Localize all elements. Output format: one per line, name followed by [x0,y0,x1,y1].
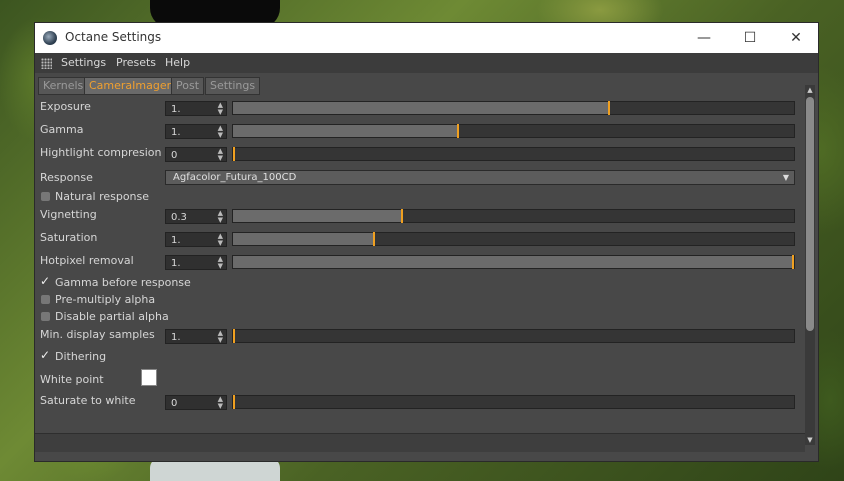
saturation-slider[interactable] [232,232,795,246]
gamma-slider[interactable] [232,124,795,138]
scroll-up-icon[interactable]: ▲ [805,85,815,95]
spinner-arrows-icon[interactable]: ▲ ▼ [218,396,223,410]
menu-help[interactable]: Help [165,56,190,69]
spinner-arrows-icon[interactable]: ▲ ▼ [218,125,223,139]
saturate-to-white-input[interactable]: 0 ▲ ▼ [165,395,227,410]
spinner-arrows-icon[interactable]: ▲ ▼ [218,210,223,224]
octane-settings-window: Octane Settings — ☐ ✕ Settings Presets H… [35,23,818,461]
slider-handle[interactable] [401,209,403,223]
min-display-samples-slider[interactable] [232,329,795,343]
title-bar[interactable]: Octane Settings — ☐ ✕ [35,23,818,53]
slider-handle[interactable] [608,101,610,115]
checkbox-box[interactable] [40,348,50,362]
scroll-down-icon[interactable]: ▼ [805,435,815,445]
checkbox-box[interactable] [41,295,50,304]
spinner-arrows-icon[interactable]: ▲ ▼ [218,256,223,270]
spinner-arrows-icon[interactable]: ▲ ▼ [218,330,223,344]
dithering-checkbox[interactable]: Dithering [40,348,106,363]
hotpixel-removal-label: Hotpixel removal [40,254,134,267]
checkbox-box[interactable] [41,312,50,321]
close-button[interactable]: ✕ [773,23,819,53]
exposure-label: Exposure [40,100,91,113]
slider-handle[interactable] [233,395,235,409]
gamma-label: Gamma [40,123,84,136]
white-point-label: White point [40,373,104,386]
tab-post[interactable]: Post [171,77,205,95]
hotpixel-removal-slider[interactable] [232,255,795,269]
highlight-compression-label: Hightlight compresion [40,146,162,159]
spinner-arrows-icon[interactable]: ▲ ▼ [218,233,223,247]
saturate-to-white-label: Saturate to white [40,394,136,407]
slider-handle[interactable] [233,147,235,161]
vignetting-slider[interactable] [232,209,795,223]
cameraimager-panel: Exposure 1. ▲ ▼ Gamma 1. ▲ ▼ Hightlight comp… [35,94,805,434]
exposure-input[interactable]: 1. ▲ ▼ [165,101,227,116]
window-title: Octane Settings [65,30,162,44]
chevron-down-icon: ▼ [782,173,789,182]
minimize-button[interactable]: — [681,23,727,53]
vignetting-label: Vignetting [40,208,97,221]
cinema4d-app-icon [43,31,57,45]
slider-handle[interactable] [233,329,235,343]
grip-icon[interactable] [41,58,52,69]
checkbox-box[interactable] [41,192,50,201]
spinner-arrows-icon[interactable]: ▲ ▼ [218,102,223,116]
slider-handle[interactable] [792,255,794,269]
slider-handle[interactable] [373,232,375,246]
gamma-input[interactable]: 1. ▲ ▼ [165,124,227,139]
vignetting-input[interactable]: 0.3 ▲ ▼ [165,209,227,224]
background-light-object [150,458,280,481]
menu-settings[interactable]: Settings [61,56,106,69]
premultiply-alpha-checkbox[interactable]: Pre-multiply alpha [41,293,155,306]
hotpixel-removal-input[interactable]: 1. ▲ ▼ [165,255,227,270]
highlight-compression-slider[interactable] [232,147,795,161]
tab-cameraimager[interactable]: CameraImager [84,77,177,95]
response-label: Response [40,171,93,184]
saturation-label: Saturation [40,231,98,244]
tab-kernels[interactable]: Kernels [38,77,89,95]
min-display-samples-label: Min. display samples [40,328,155,341]
highlight-compression-input[interactable]: 0 ▲ ▼ [165,147,227,162]
maximize-button[interactable]: ☐ [727,23,773,53]
disable-partial-alpha-checkbox[interactable]: Disable partial alpha [41,310,169,323]
vertical-scrollbar[interactable]: ▲ ▼ [805,85,815,445]
spinner-arrows-icon[interactable]: ▲ ▼ [218,148,223,162]
response-dropdown[interactable]: Agfacolor_Futura_100CD ▼ [165,170,795,185]
natural-response-checkbox[interactable]: Natural response [41,190,149,203]
saturate-to-white-slider[interactable] [232,395,795,409]
menu-bar: Settings Presets Help [35,53,818,73]
status-bar [35,433,805,452]
menu-presets[interactable]: Presets [116,56,156,69]
checkbox-box[interactable] [40,274,50,288]
exposure-slider[interactable] [232,101,795,115]
saturation-input[interactable]: 1. ▲ ▼ [165,232,227,247]
min-display-samples-input[interactable]: 1. ▲ ▼ [165,329,227,344]
scrollbar-thumb[interactable] [806,97,814,331]
white-point-color-swatch[interactable] [141,369,157,386]
gamma-before-response-checkbox[interactable]: Gamma before response [40,274,191,289]
slider-handle[interactable] [457,124,459,138]
tab-settings[interactable]: Settings [205,77,261,95]
